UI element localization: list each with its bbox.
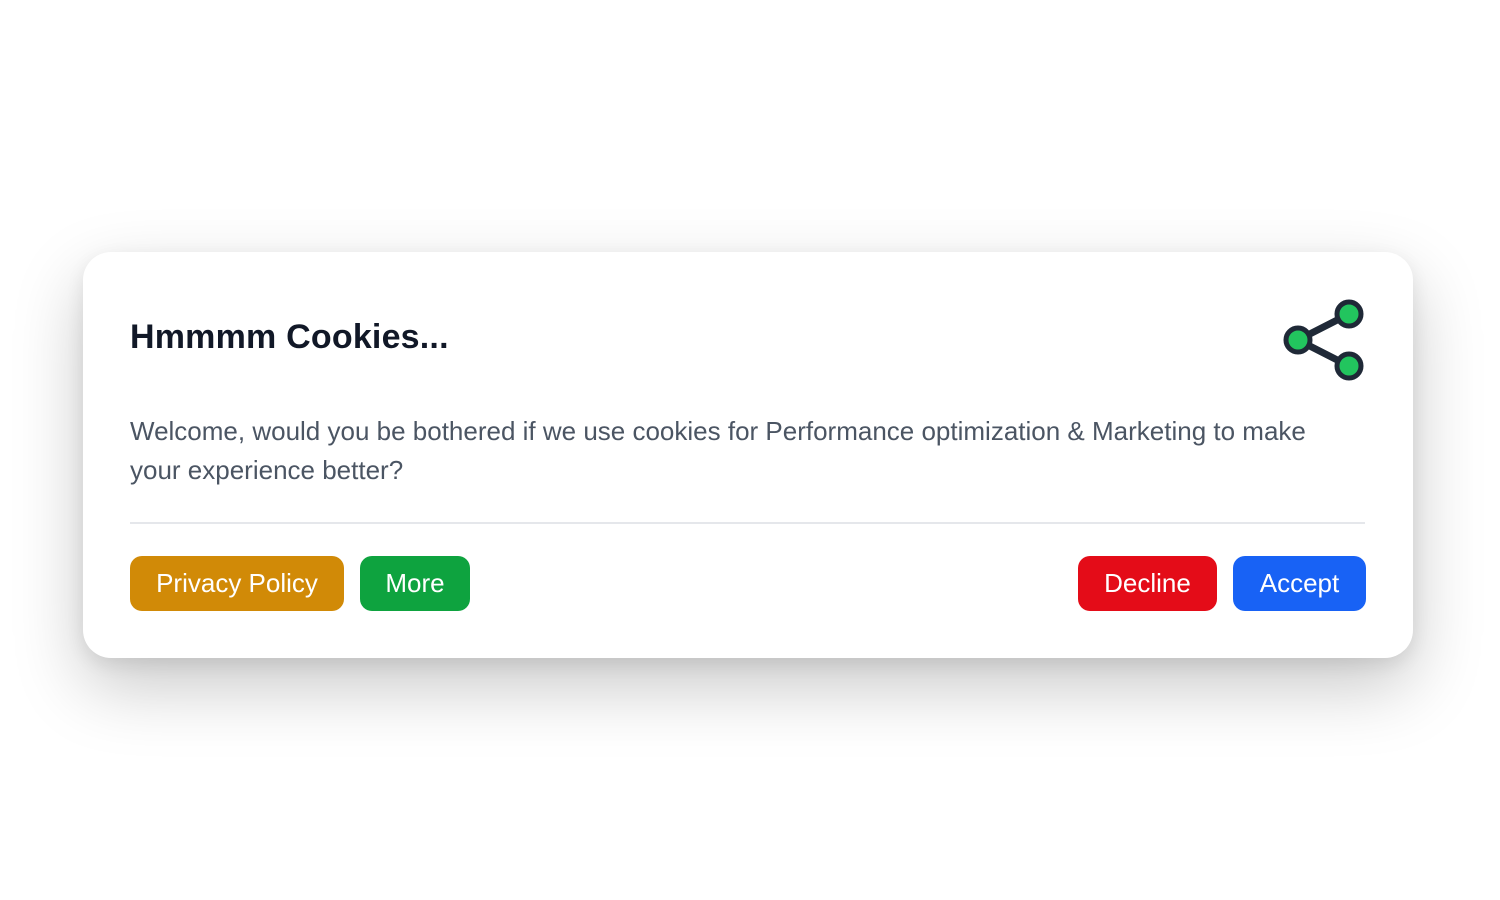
page-background: Hmmmm Cookies... Welcome, would you be b… [0,0,1500,900]
dialog-title: Hmmmm Cookies... [130,318,449,356]
cookie-consent-dialog: Hmmmm Cookies... Welcome, would you be b… [83,252,1413,658]
accept-button[interactable]: Accept [1233,556,1366,611]
dialog-message: Welcome, would you be bothered if we use… [130,416,1306,485]
share-icon [1283,299,1364,381]
share-button[interactable] [1281,296,1371,386]
more-button[interactable]: More [360,556,470,611]
divider [130,522,1365,524]
privacy-policy-button[interactable]: Privacy Policy [130,556,344,611]
decline-button[interactable]: Decline [1078,556,1217,611]
